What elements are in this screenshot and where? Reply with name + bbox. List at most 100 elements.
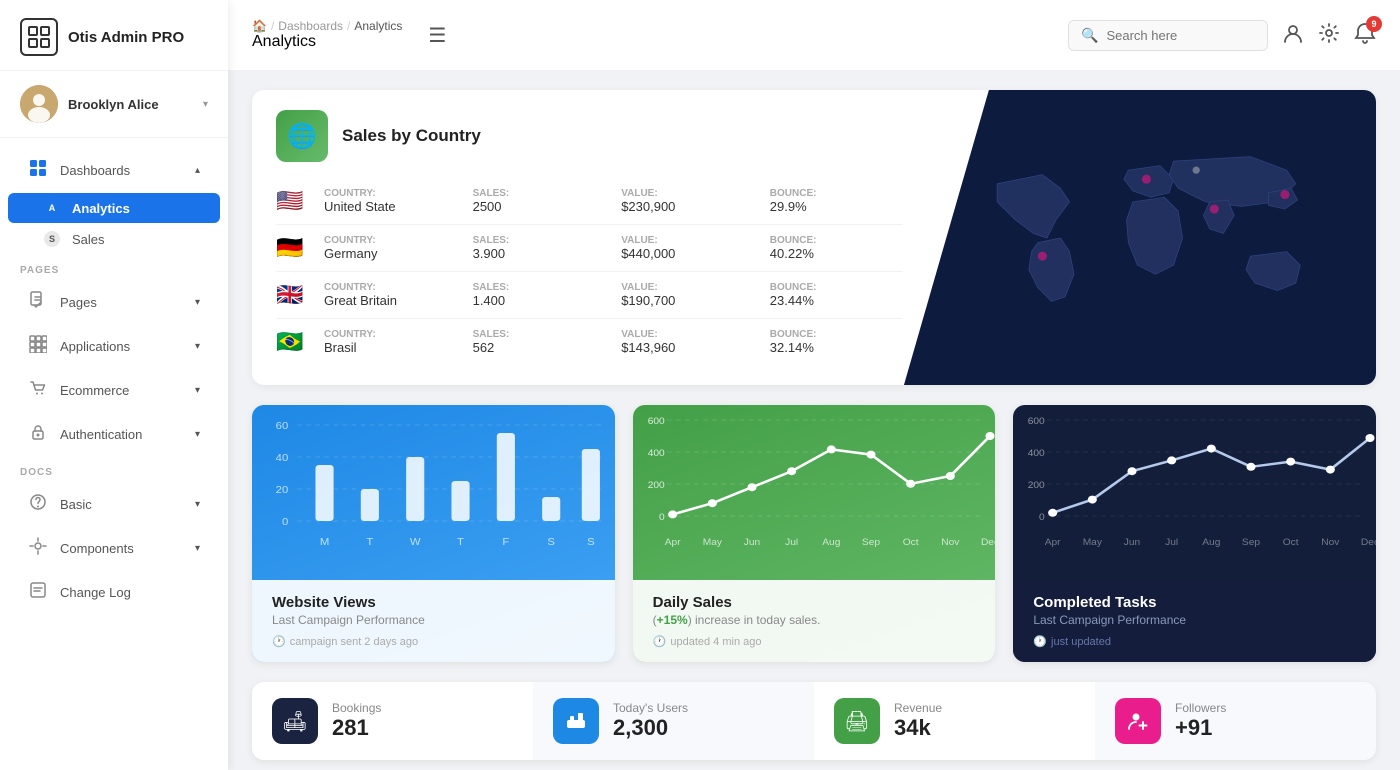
chart2-highlight: +15% xyxy=(657,613,688,627)
header: 🏠 / Dashboards / Analytics Analytics ☰ 🔍 xyxy=(228,0,1400,70)
dashboards-chevron-icon: ▴ xyxy=(195,165,200,176)
bookings-label: Bookings xyxy=(332,701,381,715)
sidebar-item-dashboards[interactable]: Dashboards ▴ xyxy=(8,149,220,192)
svg-text:0: 0 xyxy=(282,517,288,528)
sidebar-item-changelog[interactable]: Change Log xyxy=(8,571,220,614)
sidebar-item-ecommerce[interactable]: Ecommerce ▾ xyxy=(8,369,220,412)
components-label: Components xyxy=(60,541,134,556)
sales-country-icon: 🌐 xyxy=(276,110,328,162)
chart3-subtitle: Last Campaign Performance xyxy=(1033,613,1356,627)
pages-label: Pages xyxy=(60,295,97,310)
svg-text:Oct: Oct xyxy=(1283,538,1299,548)
table-row: 🇺🇸 Country: United State Sales: 2500 Val… xyxy=(276,178,902,225)
hamburger-icon[interactable]: ☰ xyxy=(428,23,446,48)
flag-br: 🇧🇷 xyxy=(276,329,308,355)
website-views-card: 60 40 20 0 xyxy=(252,405,615,662)
bounce-label: Bounce: xyxy=(770,188,903,199)
chart2-top: 600 400 200 0 xyxy=(633,405,996,580)
notification-badge: 9 xyxy=(1366,16,1382,32)
svg-text:Nov: Nov xyxy=(1322,538,1340,548)
pages-section-label: PAGES xyxy=(0,255,228,280)
basic-icon xyxy=(28,493,48,516)
svg-text:Dec: Dec xyxy=(981,538,996,548)
world-map xyxy=(904,90,1366,385)
svg-text:400: 400 xyxy=(1028,449,1045,459)
sidebar-item-basic[interactable]: Basic ▾ xyxy=(8,483,220,526)
sales-country-left: 🌐 Sales by Country 🇺🇸 Country: United St… xyxy=(252,90,926,385)
dashboards-icon xyxy=(28,159,48,182)
authentication-chevron-icon: ▾ xyxy=(195,429,200,440)
bookings-icon: 🛋 xyxy=(272,698,318,744)
sales-value: 2500 xyxy=(473,199,606,214)
svg-text:Jul: Jul xyxy=(1165,538,1178,548)
value-value: $230,900 xyxy=(621,199,754,214)
svg-text:May: May xyxy=(702,538,721,548)
dashboards-label: Dashboards xyxy=(60,163,130,178)
table-row: 🇬🇧 Country: Great Britain Sales: 1.400 V… xyxy=(276,272,902,319)
svg-text:S: S xyxy=(587,537,595,548)
notifications-icon[interactable]: 9 xyxy=(1354,22,1376,49)
clock-icon: 🕐 xyxy=(272,635,286,648)
sidebar-item-components[interactable]: Components ▾ xyxy=(8,527,220,570)
chart3-top: 600 400 200 0 xyxy=(1013,405,1376,580)
search-box[interactable]: 🔍 xyxy=(1068,20,1268,51)
svg-text:W: W xyxy=(410,537,422,548)
basic-chevron-icon: ▾ xyxy=(195,499,200,510)
sales-country-title: Sales by Country xyxy=(342,126,481,146)
chart1-footer-text: campaign sent 2 days ago xyxy=(290,636,418,648)
stat-users-info: Today's Users 2,300 xyxy=(613,701,688,741)
sidebar-item-sales[interactable]: S Sales xyxy=(8,224,220,254)
svg-text:F: F xyxy=(502,537,509,548)
settings-icon[interactable] xyxy=(1318,22,1340,49)
country-value: United State xyxy=(324,199,457,214)
svg-text:400: 400 xyxy=(647,449,664,459)
main-content: 🏠 / Dashboards / Analytics Analytics ☰ 🔍 xyxy=(228,0,1400,770)
stat-bookings: 🛋 Bookings 281 xyxy=(252,682,533,760)
chart1-footer: 🕐 campaign sent 2 days ago xyxy=(272,635,595,648)
logo-icon xyxy=(20,18,58,56)
charts-row: 60 40 20 0 xyxy=(252,405,1376,662)
ecommerce-chevron-icon: ▾ xyxy=(195,385,200,396)
svg-text:Aug: Aug xyxy=(822,538,840,548)
svg-text:Sep: Sep xyxy=(862,538,880,548)
svg-text:M: M xyxy=(320,537,330,548)
svg-text:0: 0 xyxy=(659,513,665,523)
world-map-section xyxy=(904,90,1376,385)
search-input[interactable] xyxy=(1106,28,1255,43)
breadcrumb-dashboards[interactable]: Dashboards xyxy=(278,19,343,33)
sidebar-item-authentication[interactable]: Authentication ▾ xyxy=(8,413,220,456)
breadcrumb-path: 🏠 / Dashboards / Analytics xyxy=(252,19,402,33)
chart2-footer: 🕐 updated 4 min ago xyxy=(653,635,976,648)
table-row: 🇧🇷 Country: Brasil Sales: 562 Value: $14… xyxy=(276,319,902,365)
svg-text:T: T xyxy=(366,537,373,548)
content-area: 🌐 Sales by Country 🇺🇸 Country: United St… xyxy=(228,70,1400,770)
chart3-title: Completed Tasks xyxy=(1033,594,1356,611)
chart2-footer-text: updated 4 min ago xyxy=(670,636,761,648)
sales-label: Sales: xyxy=(473,188,606,199)
sidebar-item-analytics[interactable]: A Analytics xyxy=(8,193,220,223)
svg-text:Aug: Aug xyxy=(1203,538,1221,548)
chart2-svg: 600 400 200 0 xyxy=(633,405,996,565)
stat-followers: Followers +91 xyxy=(1095,682,1376,760)
analytics-dot: A xyxy=(44,200,60,216)
changelog-icon xyxy=(28,581,48,604)
changelog-label: Change Log xyxy=(60,585,131,600)
avatar xyxy=(20,85,58,123)
svg-text:40: 40 xyxy=(276,453,289,464)
revenue-icon: 🖨 xyxy=(834,698,880,744)
stat-revenue-info: Revenue 34k xyxy=(894,701,942,741)
svg-text:S: S xyxy=(547,537,555,548)
svg-text:Jun: Jun xyxy=(1124,538,1140,548)
value-label: Value: xyxy=(621,188,754,199)
sidebar-user[interactable]: Brooklyn Alice ▾ xyxy=(0,71,228,138)
users-label: Today's Users xyxy=(613,701,688,715)
chart2-subtitle: (+15%) increase in today sales. xyxy=(653,613,976,627)
sidebar-item-applications[interactable]: Applications ▾ xyxy=(8,325,220,368)
daily-sales-card: 600 400 200 0 xyxy=(633,405,996,662)
sidebar-item-pages[interactable]: Pages ▾ xyxy=(8,281,220,324)
analytics-label: Analytics xyxy=(72,201,130,216)
user-profile-icon[interactable] xyxy=(1282,22,1304,49)
stats-row: 🛋 Bookings 281 Today's Users xyxy=(252,682,1376,760)
chart3-footer: 🕐 just updated xyxy=(1033,635,1356,648)
docs-section-label: DOCS xyxy=(0,457,228,482)
